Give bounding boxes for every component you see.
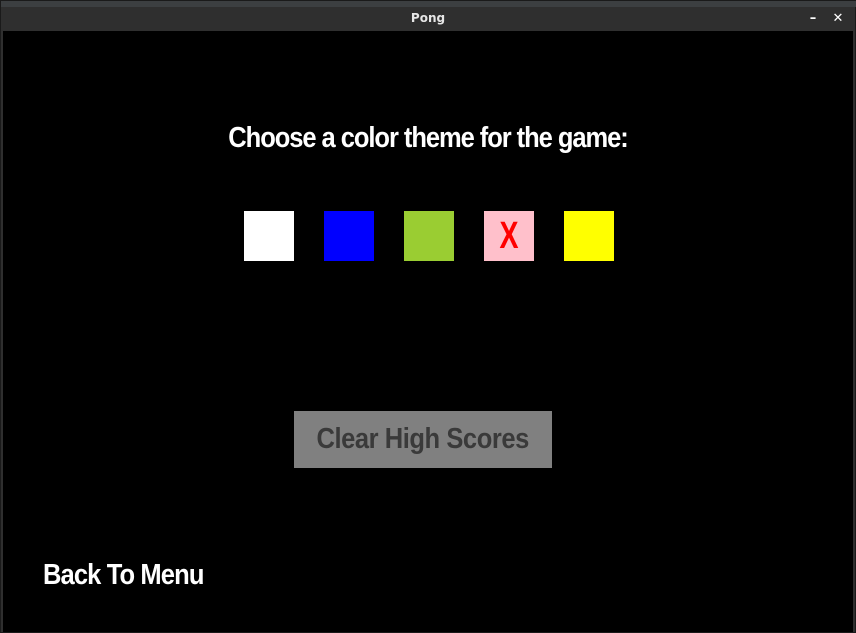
selected-x-mark: X — [499, 215, 519, 257]
swatch-green[interactable] — [404, 211, 454, 261]
clear-high-scores-label: Clear High Scores — [316, 423, 530, 455]
title-bar[interactable]: Pong – ✕ — [1, 7, 855, 31]
swatch-pink-selected[interactable]: X — [484, 211, 534, 261]
clear-high-scores-button[interactable]: Clear High Scores — [294, 411, 552, 468]
back-to-menu-button[interactable]: Back To Menu — [43, 559, 204, 592]
theme-heading: Choose a color theme for the game: — [228, 122, 628, 154]
swatch-blue[interactable] — [324, 211, 374, 261]
minimize-icon[interactable]: – — [802, 8, 824, 30]
game-canvas: Choose a color theme for the game: X Cle… — [3, 31, 853, 632]
close-icon[interactable]: ✕ — [827, 8, 849, 30]
window-title: Pong — [410, 11, 446, 25]
swatch-white[interactable] — [244, 211, 294, 261]
app-window: Pong – ✕ Choose a color theme for the ga… — [0, 0, 856, 633]
swatch-yellow[interactable] — [564, 211, 614, 261]
